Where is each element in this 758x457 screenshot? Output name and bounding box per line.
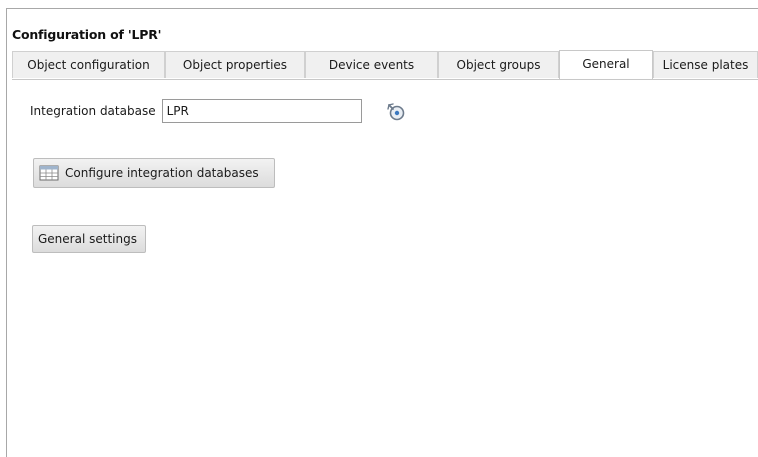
window-top-border [6, 8, 758, 9]
database-table-icon [39, 165, 59, 181]
tab-bar: Object configuration Object properties D… [12, 50, 758, 80]
integration-database-label: Integration database [30, 104, 156, 118]
tab-general[interactable]: General [559, 50, 653, 79]
integration-database-field[interactable] [161, 99, 362, 123]
tab-object-groups[interactable]: Object groups [438, 51, 559, 78]
general-settings-label: General settings [38, 232, 137, 246]
integration-database-row: Integration database [30, 98, 362, 124]
tab-object-configuration[interactable]: Object configuration [12, 51, 165, 78]
tab-object-properties[interactable]: Object properties [165, 51, 305, 78]
tab-device-events[interactable]: Device events [305, 51, 438, 78]
configure-integration-databases-label: Configure integration databases [65, 166, 259, 180]
configure-integration-databases-button[interactable]: Configure integration databases [33, 158, 275, 188]
link-refresh-icon[interactable] [384, 99, 408, 123]
tab-license-plates[interactable]: License plates [653, 51, 758, 78]
general-settings-button[interactable]: General settings [32, 225, 146, 253]
panel-title: Configuration of 'LPR' [12, 27, 162, 42]
window-left-border [6, 8, 7, 457]
